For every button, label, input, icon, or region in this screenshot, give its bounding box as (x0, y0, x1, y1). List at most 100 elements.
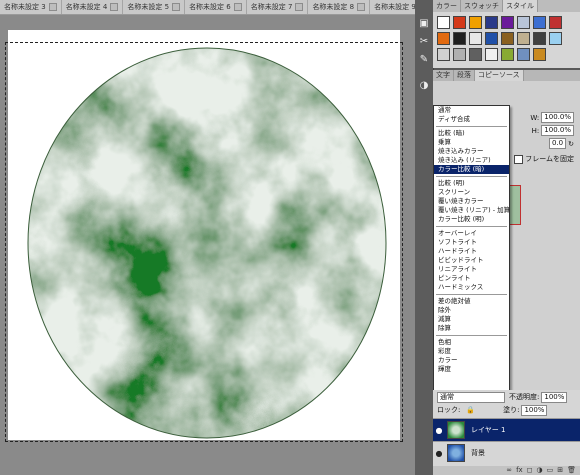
style-swatch[interactable] (453, 48, 466, 61)
close-icon[interactable] (110, 3, 119, 11)
new-layer-icon[interactable]: ⊞ (557, 466, 563, 475)
style-swatch[interactable] (517, 32, 530, 45)
blend-mode-item[interactable]: カラー比較 (暗) (434, 165, 509, 174)
close-icon[interactable] (233, 3, 242, 11)
style-swatch[interactable] (501, 32, 514, 45)
adjust-icon[interactable]: ◑ (418, 80, 430, 92)
fill-field[interactable]: 100% (521, 404, 548, 416)
style-swatch[interactable] (485, 16, 498, 29)
blend-mode-item[interactable]: 減算 (434, 315, 509, 324)
document-tab[interactable]: 名称未設定 3 (0, 0, 62, 14)
style-swatch[interactable] (533, 16, 546, 29)
blend-mode-item[interactable]: 彩度 (434, 347, 509, 356)
layer-row-layer1[interactable]: ● レイヤー 1 (433, 418, 580, 441)
close-icon[interactable] (295, 3, 304, 11)
adjustment-icon[interactable]: ◑ (537, 466, 543, 475)
blend-mode-dropdown-menu[interactable]: 通常 ディザ合成比較 (暗) 乗算 焼き込みカラー 焼き込み (リニア) カラー比較 (暗… (433, 105, 510, 394)
blend-mode-item[interactable]: 差の絶対値 (434, 297, 509, 306)
lock-icon[interactable]: 🔒 (466, 406, 475, 414)
style-swatch[interactable] (517, 48, 530, 61)
document-tab[interactable]: 名称未設定 9 (370, 0, 415, 14)
eye-icon[interactable]: ● (433, 419, 445, 441)
layer-row-background[interactable]: ● 背景 (433, 441, 580, 464)
rotate-field[interactable]: 0.0 (548, 138, 567, 149)
blend-mode-item[interactable]: 焼き込みカラー (434, 147, 509, 156)
blend-mode-item[interactable]: カラー (434, 356, 509, 365)
blend-mode-item[interactable]: ハードライト (434, 247, 509, 256)
blend-mode-item[interactable]: 比較 (明) (434, 179, 509, 188)
opacity1-row: W: 100.0% (530, 112, 574, 123)
brush-icon[interactable]: ✎ (418, 54, 430, 66)
marble-sphere-image (27, 47, 387, 439)
tab-styles[interactable]: スタイル (503, 0, 538, 12)
close-icon[interactable] (48, 3, 57, 11)
blend-mode-item[interactable]: オーバーレイ (434, 229, 509, 238)
tab-color[interactable]: カラー (433, 0, 461, 12)
document-tab[interactable]: 名称未設定 4 (62, 0, 124, 14)
tab-character[interactable]: 文字 (433, 70, 454, 81)
blend-mode-item[interactable]: リニアライト (434, 265, 509, 274)
scissors-icon[interactable]: ✂ (418, 36, 430, 48)
style-swatch[interactable] (437, 48, 450, 61)
blend-mode-item[interactable]: ディザ合成 (434, 115, 509, 124)
blend-mode-item[interactable]: ピンライト (434, 274, 509, 283)
style-swatch[interactable] (485, 32, 498, 45)
fx-icon[interactable]: fx (516, 466, 523, 475)
blend-mode-item[interactable]: ハードミックス (434, 283, 509, 292)
style-swatch[interactable] (533, 48, 546, 61)
style-swatch[interactable] (549, 32, 562, 45)
style-swatch[interactable] (549, 16, 562, 29)
document-tab[interactable]: 名称未設定 5 (123, 0, 186, 14)
style-swatch[interactable] (469, 32, 482, 45)
height-field[interactable]: 100.0% (541, 125, 574, 136)
history-icon[interactable]: ▣ (418, 18, 430, 30)
trash-icon[interactable]: 🗑 (567, 466, 576, 475)
style-swatch[interactable] (485, 48, 498, 61)
opacity-field[interactable]: 100% (541, 391, 568, 403)
document-tab[interactable]: 名称未設定 8 (308, 0, 371, 14)
style-swatch[interactable] (533, 32, 546, 45)
blend-mode-item[interactable]: ビビッドライト (434, 256, 509, 265)
close-icon[interactable] (172, 3, 181, 11)
height-label: H: (531, 126, 540, 135)
tab-swatches[interactable]: スウォッチ (461, 0, 503, 12)
link-icon[interactable]: ∞ (506, 466, 512, 475)
rotate-icon[interactable]: ↻ (568, 140, 574, 148)
blend-mode-item[interactable]: 焼き込み (リニア) (434, 156, 509, 165)
width-field[interactable]: 100.0% (541, 112, 574, 123)
document-tab[interactable]: 名称未設定 6 (185, 0, 247, 14)
document-tab[interactable]: 名称未設定 7 (247, 0, 309, 14)
blend-mode-item[interactable]: 覆い焼きカラー (434, 197, 509, 206)
tab-paragraph[interactable]: 段落 (454, 70, 475, 81)
style-swatch[interactable] (437, 16, 450, 29)
style-swatch[interactable] (453, 16, 466, 29)
eye-icon[interactable]: ● (433, 442, 445, 464)
blend-mode-item[interactable]: カラー比較 (明) (434, 215, 509, 224)
folder-icon[interactable]: ▭ (547, 466, 554, 475)
style-swatch[interactable] (501, 16, 514, 29)
layers-bottom-toolbar: ∞ fx ◻ ◑ ▭ ⊞ 🗑 (433, 466, 580, 475)
lock-label: ロック: (437, 406, 461, 414)
close-icon[interactable] (357, 3, 366, 11)
blend-mode-item[interactable]: スクリーン (434, 188, 509, 197)
tab-clone-source[interactable]: コピーソース (475, 70, 524, 81)
blend-mode-item[interactable]: 色相 (434, 338, 509, 347)
layer-blend-mode-select[interactable]: 通常 (437, 391, 505, 403)
mask-icon[interactable]: ◻ (527, 466, 533, 475)
style-swatch[interactable] (501, 48, 514, 61)
blend-mode-item[interactable]: 覆い焼き (リニア) - 加算 (434, 206, 509, 215)
style-swatch[interactable] (469, 16, 482, 29)
frame-lock-checkbox[interactable] (514, 154, 524, 164)
blend-mode-item[interactable]: 除外 (434, 306, 509, 315)
blend-mode-item[interactable]: ソフトライト (434, 238, 509, 247)
menu-separator (436, 176, 507, 177)
style-swatch[interactable] (437, 32, 450, 45)
blend-mode-item[interactable]: 除算 (434, 324, 509, 333)
blend-mode-item[interactable]: 乗算 (434, 138, 509, 147)
blend-mode-item[interactable]: 輝度 (434, 365, 509, 374)
blend-mode-item[interactable]: 通常 (434, 106, 509, 115)
style-swatch[interactable] (469, 48, 482, 61)
style-swatch[interactable] (517, 16, 530, 29)
style-swatch[interactable] (453, 32, 466, 45)
blend-mode-item[interactable]: 比較 (暗) (434, 129, 509, 138)
